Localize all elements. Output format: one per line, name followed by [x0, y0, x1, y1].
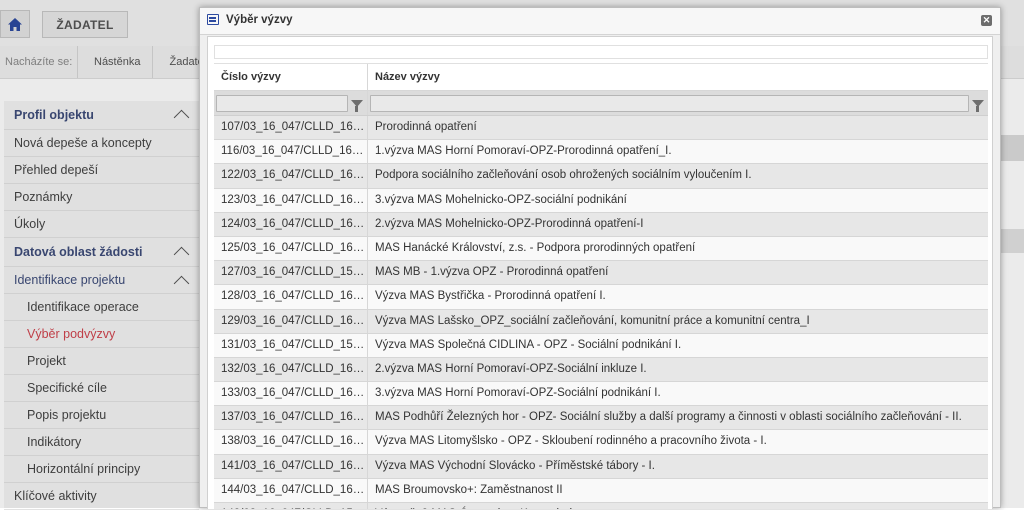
cell-nazev-vyzvy: 3.výzva MAS Mohelnicko-OPZ-sociální podn…	[375, 193, 627, 206]
cell-nazev-vyzvy: MAS MB - 1.výzva OPZ - Prorodinná opatře…	[375, 266, 609, 279]
cell-nazev-vyzvy: 2.výzva MAS Horní Pomoraví-OPZ-Sociální …	[375, 362, 647, 375]
column-header-nazev-vyzvy[interactable]: Název výzvy	[368, 64, 988, 90]
table-row[interactable]: 125/03_16_047/CLLD_16_... MAS Hanácké Krá…	[214, 236, 988, 262]
column-header-cislo-vyzvy[interactable]: Číslo výzvy	[214, 64, 368, 90]
cell-cislo-vyzvy: 127/03_16_047/CLLD_15_...	[214, 261, 368, 285]
cell-cislo-vyzvy: 122/03_16_047/CLLD_16_...	[214, 164, 368, 188]
window-icon	[207, 14, 219, 25]
grid-filter-row	[214, 91, 988, 116]
cell-cislo-vyzvy: 124/03_16_047/CLLD_16_...	[214, 212, 368, 236]
cell-cislo-vyzvy: 144/03_16_047/CLLD_16_...	[214, 478, 368, 502]
cell-cislo-vyzvy: 125/03_16_047/CLLD_16_...	[214, 236, 368, 261]
table-row[interactable]: 137/03_16_047/CLLD_16_... MAS Podhůří Žel…	[214, 406, 988, 431]
cell-nazev-vyzvy: Výzva MAS Východní Slovácko - Příměstské…	[375, 459, 655, 472]
cell-cislo-vyzvy: 116/03_16_047/CLLD_16_...	[214, 140, 368, 164]
cell-cislo-vyzvy: 128/03_16_047/CLLD_16_...	[214, 285, 368, 309]
cell-cislo-vyzvy: 132/03_16_047/CLLD_16_...	[214, 357, 368, 382]
filter-icon[interactable]	[348, 95, 365, 112]
cell-nazev-vyzvy: 3.výzva MAS Horní Pomoraví-OPZ-Sociální …	[375, 387, 661, 400]
table-row[interactable]: 124/03_16_047/CLLD_16_... 2.výzva MAS Moh…	[214, 212, 988, 237]
cell-nazev-vyzvy: Výzva MAS Společná CIDLINA - OPZ - Sociá…	[375, 338, 682, 351]
cell-cislo-vyzvy: 129/03_16_047/CLLD_16_...	[214, 309, 368, 333]
filter-cell-nazev	[368, 91, 988, 115]
close-icon[interactable]: ✕	[981, 15, 992, 26]
table-row[interactable]: 138/03_16_047/CLLD_16_... Výzva MAS Litom…	[214, 430, 988, 455]
table-row[interactable]: 127/03_16_047/CLLD_15_... MAS MB - 1.výzv…	[214, 261, 988, 286]
dialog-title: Výběr výzvy	[226, 14, 293, 26]
cell-cislo-vyzvy: 133/03_16_047/CLLD_16_...	[214, 382, 368, 406]
table-row[interactable]: 116/03_16_047/CLLD_16_... 1.výzva MAS Hor…	[214, 140, 988, 165]
cell-cislo-vyzvy: 131/03_16_047/CLLD_15_...	[214, 333, 368, 357]
table-row[interactable]: 107/03_16_047/CLLD_16_... Prorodinná opat…	[214, 116, 988, 141]
cell-nazev-vyzvy: Prorodinná opatření	[375, 121, 477, 133]
filter-icon[interactable]	[969, 95, 986, 112]
table-row[interactable]: 133/03_16_047/CLLD_16_... 3.výzva MAS Hor…	[214, 382, 988, 407]
table-row[interactable]: 132/03_16_047/CLLD_16_... 2.výzva MAS Hor…	[214, 357, 988, 383]
vyber-vyzvy-dialog: Výběr výzvy ✕ Číslo výzvy Název výzvy 10…	[199, 7, 1001, 509]
cell-nazev-vyzvy: MAS Broumovsko+: Zaměstnanost II	[375, 483, 563, 496]
cell-cislo-vyzvy: 107/03_16_047/CLLD_16_...	[214, 116, 368, 140]
table-row[interactable]: 131/03_16_047/CLLD_15_... Výzva MAS Spole…	[214, 333, 988, 358]
calls-grid: Číslo výzvy Název výzvy 107/03_16_047/CL…	[214, 63, 988, 509]
cell-cislo-vyzvy: 137/03_16_047/CLLD_16_...	[214, 406, 368, 430]
cell-nazev-vyzvy: Výzva MAS Lašsko_OPZ_sociální začleňován…	[375, 314, 810, 327]
cell-nazev-vyzvy: 1.výzva MAS Horní Pomoraví-OPZ-Prorodinn…	[375, 145, 672, 158]
filter-input-nazev-vyzvy[interactable]	[370, 94, 969, 112]
cell-nazev-vyzvy: Výzva č. 2 MAS Ćuzovsko - Komunitní cent…	[368, 503, 988, 509]
filter-input-cislo-vyzvy[interactable]	[216, 94, 348, 112]
table-row[interactable]: 144/03_16_047/CLLD_16_... MAS Broumovsko+…	[214, 478, 988, 503]
cell-nazev-vyzvy: Výzva MAS Litomyšlsko - OPZ - Skloubení …	[375, 435, 767, 448]
cell-nazev-vyzvy: MAS Podhůří Železných hor - OPZ- Sociáln…	[375, 411, 962, 424]
grid-rows: 107/03_16_047/CLLD_16_... Prorodinná opat…	[214, 116, 988, 509]
table-row[interactable]: 148/03_16_047/CLLD_15_...Výzva č. 2 MAS …	[214, 503, 988, 509]
cell-nazev-vyzvy: 2.výzva MAS Mohelnicko-OPZ-Prorodinná op…	[375, 217, 644, 230]
filter-cell-cislo	[214, 91, 368, 115]
cell-cislo-vyzvy: 148/03_16_047/CLLD_15_...	[214, 503, 368, 509]
cell-cislo-vyzvy: 141/03_16_047/CLLD_16_...	[214, 454, 368, 478]
cell-nazev-vyzvy: Podpora sociálního začleňování osob ohro…	[375, 169, 752, 182]
grid-header: Číslo výzvy Název výzvy	[214, 63, 988, 91]
dialog-toolbar	[214, 45, 988, 59]
table-row[interactable]: 129/03_16_047/CLLD_16_... Výzva MAS Lašsk…	[214, 309, 988, 334]
table-row[interactable]: 141/03_16_047/CLLD_16_... Výzva MAS Výcho…	[214, 454, 988, 479]
dialog-body: Číslo výzvy Název výzvy 107/03_16_047/CL…	[207, 36, 993, 509]
cell-nazev-vyzvy: MAS Hanácké Království, z.s. - Podpora p…	[375, 241, 696, 254]
cell-nazev-vyzvy: Výzva MAS Bystřička - Prorodinná opatřen…	[375, 290, 606, 303]
table-row[interactable]: 128/03_16_047/CLLD_16_... Výzva MAS Bystř…	[214, 285, 988, 310]
cell-cislo-vyzvy: 123/03_16_047/CLLD_16_...	[214, 188, 368, 212]
table-row[interactable]: 122/03_16_047/CLLD_16_... Podpora sociáln…	[214, 164, 988, 189]
table-row[interactable]: 123/03_16_047/CLLD_16_... 3.výzva MAS Moh…	[214, 188, 988, 213]
cell-cislo-vyzvy: 138/03_16_047/CLLD_16_...	[214, 430, 368, 454]
dialog-header: Výběr výzvy ✕	[200, 8, 1000, 35]
